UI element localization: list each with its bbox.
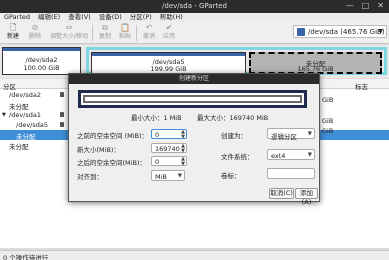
free-before-label: 之前的空余空间 (MiB)： (77, 132, 149, 140)
toolbar-separator (92, 25, 93, 41)
copy-button[interactable]: ⧉ 复制 (94, 23, 116, 43)
add-button[interactable]: 添加(A) (295, 188, 318, 206)
menu-edit[interactable]: 编辑(E) (34, 13, 64, 22)
lock-icon (60, 112, 64, 117)
lock-icon (60, 122, 64, 127)
lock-icon (60, 92, 64, 97)
window-title: /dev/sda - GParted (162, 2, 227, 10)
diskmap-extended-partition[interactable]: /dev/sda5 199.99 GiB 未分配 165.76 GiB (86, 47, 387, 75)
free-before-value: 0 (155, 131, 160, 139)
filesystem-label: 文件系统： (221, 153, 254, 161)
filesystem-select[interactable]: ext4 ▼ (267, 149, 315, 160)
delete-button[interactable]: ⊘ 删除 (24, 23, 46, 43)
align-select[interactable]: MiB ▼ (151, 170, 185, 181)
chevron-down-icon: ▼ (177, 173, 182, 179)
stepper-arrows-icon[interactable]: ▲ ▼ (181, 130, 185, 140)
free-after-stepper[interactable]: 0 ▲ ▼ (151, 156, 187, 166)
free-before-stepper[interactable]: 0 ▲ ▼ (151, 129, 187, 139)
diskmap-partition-sda5[interactable]: /dev/sda5 199.99 GiB (91, 52, 246, 74)
create-as-label: 创建为： (221, 132, 247, 140)
toolbar-separator (136, 25, 137, 41)
paste-icon: 📋 (120, 23, 130, 32)
apply-label: 应用 (162, 33, 175, 40)
menu-help[interactable]: 帮助(H) (156, 13, 187, 22)
title-bar: /dev/sda - GParted — □ ✕ (0, 0, 389, 13)
chevron-down-icon: ▼ (378, 28, 383, 35)
diskmap-partition-sda2[interactable]: /dev/sda2 100.00 GiB (2, 47, 81, 75)
copy-label: 复制 (98, 33, 111, 40)
device-selector[interactable]: /dev/sda (465.76 GiB) ▼ (293, 25, 387, 38)
undo-button[interactable]: ↶ 撤消 (138, 23, 160, 43)
size-unit: GiB (322, 117, 334, 125)
paste-label: 粘贴 (118, 33, 131, 40)
align-value: MiB (155, 173, 167, 181)
new-label: 新建 (6, 33, 19, 40)
diskmap-unallocated-selected[interactable]: 未分配 165.76 GiB (249, 52, 382, 74)
create-as-select[interactable]: 逻辑分区 ▼ (267, 128, 315, 141)
dialog-title: 创建新分区 (69, 74, 319, 84)
chevron-down-icon: ▼ (307, 152, 312, 158)
partition-size: 199.99 GiB (150, 65, 187, 73)
menu-partition[interactable]: 分区(P) (126, 13, 156, 22)
new-partition-slider[interactable] (83, 95, 302, 103)
align-label: 对齐到： (77, 173, 103, 181)
copy-icon: ⧉ (102, 23, 108, 32)
maximize-icon[interactable]: □ (362, 2, 370, 10)
filesystem-color-bar (3, 48, 80, 51)
undo-label: 撤消 (142, 33, 155, 40)
create-as-value: 逻辑分区 (271, 133, 297, 141)
new-size-stepper[interactable]: 169740 ▲ ▼ (151, 143, 187, 153)
partition-name: /dev/sda2 (25, 56, 58, 64)
stepper-arrows-icon[interactable]: ▲ ▼ (181, 144, 185, 154)
resize-move-button[interactable]: ⇔ 调整大小/移动 (48, 23, 90, 43)
new-size-value: 169740 (155, 145, 180, 153)
device-name: /dev/sda (308, 28, 338, 36)
filesystem-value: ext4 (271, 152, 286, 160)
status-bar: 0 个操作待进行 (0, 250, 389, 260)
volume-label-label: 卷标： (221, 172, 241, 180)
close-icon[interactable]: ✕ (377, 2, 384, 10)
resize-icon: ⇔ (65, 23, 73, 32)
partition-name: /dev/sda5 (16, 121, 48, 129)
new-size-label: 新大小(MiB)： (77, 146, 120, 154)
partition-size: 100.00 GiB (23, 64, 60, 72)
menu-device[interactable]: 设备(D) (95, 13, 126, 22)
new-button[interactable]: 🗋 新建 (2, 23, 24, 43)
create-partition-dialog: 创建新分区 最小大小：1 MiB 最大大小：169740 MiB 之前的空余空间… (68, 73, 320, 206)
apply-button[interactable]: ✔ 应用 (158, 23, 180, 43)
partition-name: /dev/sda2 (9, 91, 41, 99)
max-size-label: 最大大小：169740 MiB (197, 114, 269, 122)
partition-size-preview[interactable] (78, 90, 307, 108)
menu-gparted[interactable]: GParted (0, 13, 34, 22)
minimize-icon[interactable]: — (346, 2, 354, 10)
free-after-value: 0 (155, 158, 160, 166)
partition-name: /dev/sda1 (9, 111, 41, 119)
menu-view[interactable]: 查看(V) (64, 13, 95, 22)
hard-drive-icon (297, 28, 305, 36)
size-unit: GiB (322, 127, 334, 135)
resize-label: 调整大小/移动 (49, 33, 89, 40)
new-icon: 🗋 (9, 23, 17, 32)
cancel-button[interactable]: 取消(C) (269, 188, 294, 199)
expander-icon[interactable]: ▼ (2, 112, 6, 118)
apply-icon: ✔ (165, 23, 173, 32)
chevron-down-icon: ▼ (307, 131, 312, 137)
volume-label-field[interactable] (267, 168, 315, 179)
filesystem-color-bar (92, 53, 245, 56)
partition-size: 165.76 GiB (297, 65, 334, 73)
stepper-arrows-icon[interactable]: ▲ ▼ (181, 157, 185, 167)
delete-label: 删除 (28, 33, 41, 40)
undo-icon: ↶ (145, 23, 153, 32)
delete-icon: ⊘ (31, 23, 39, 32)
pending-operations: 0 个操作待进行 (3, 254, 49, 260)
partition-name: 未分配 (9, 143, 29, 151)
size-unit: GiB (322, 96, 334, 104)
min-size-label: 最小大小：1 MiB (131, 114, 182, 122)
free-after-label: 之后的空余空间(MiB)： (77, 159, 146, 167)
paste-button[interactable]: 📋 粘贴 (114, 23, 136, 43)
menu-bar: GParted 编辑(E) 查看(V) 设备(D) 分区(P) 帮助(H) (0, 13, 389, 22)
